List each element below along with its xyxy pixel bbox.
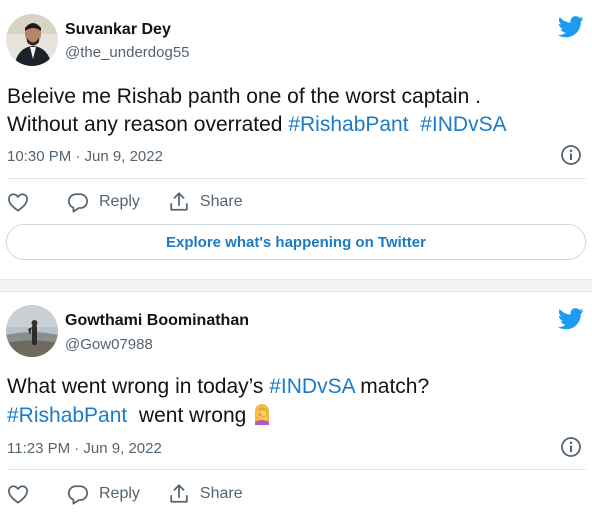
hashtag-link[interactable]: #RishabPant [7,404,127,427]
timestamp[interactable]: 11:23 PM · Jun 9, 2022 [7,440,162,457]
explore-twitter-button[interactable]: Explore what's happening on Twitter [6,224,586,260]
author-handle[interactable]: @Gow07988 [65,336,153,353]
reply-button[interactable]: Reply [67,484,140,505]
twitter-bird-icon[interactable] [558,308,584,330]
reply-bubble-icon [67,192,88,212]
avatar[interactable] [6,14,58,66]
tweet-text-fragment: What went wrong in today’s [7,375,270,398]
info-icon[interactable] [560,436,582,458]
divider [7,469,586,470]
share-button[interactable]: Share [168,191,243,213]
reply-label: Reply [99,193,140,210]
tweet-card: Suvankar Dey @the_underdog55 Beleive me … [0,0,592,279]
author-handle[interactable]: @the_underdog55 [65,44,190,61]
like-button[interactable] [7,484,31,504]
reply-button[interactable]: Reply [67,192,140,213]
heart-icon [8,193,28,212]
share-button[interactable]: Share [168,483,243,505]
tweet-text: Beleive me Rishab panth one of the worst… [7,83,582,139]
hashtag-link[interactable]: #INDvSA [420,113,506,136]
author-name[interactable]: Suvankar Dey [65,21,171,39]
hashtag-link[interactable]: #INDvSA [269,375,354,398]
tweet-text-fragment: Without any reason overrated [7,113,289,136]
tweet-text-line: Beleive me Rishab panth one of the worst… [7,85,481,108]
timestamp[interactable]: 10:30 PM · Jun 9, 2022 [7,148,163,165]
tweet-text-line: Without any reason overrated #RishabPant… [7,111,582,139]
heart-icon [8,485,28,504]
share-label: Share [199,485,243,502]
author-name[interactable]: Gowthami Boominathan [65,312,249,330]
share-icon [170,484,188,503]
divider [7,178,586,179]
info-icon[interactable] [560,144,582,166]
tweet-text-fragment: match? [354,375,430,398]
avatar[interactable] [6,305,58,357]
share-icon [170,192,188,211]
like-button[interactable] [7,192,31,212]
tweet-card: Gowthami Boominathan @Gow07988 What went… [0,292,592,515]
tweet-text-fragment: went wrong [127,404,247,427]
twitter-bird-icon[interactable] [558,16,584,38]
tweet-actions: Reply Share [7,480,243,508]
tweet-text-line: What went wrong in today’s #INDvSA match… [7,373,582,401]
reply-label: Reply [99,485,140,502]
share-label: Share [199,193,243,210]
hashtag-link[interactable]: #RishabPant [288,113,408,136]
tweet-actions: Reply Share [7,188,243,216]
tweet-text-line: #RishabPant went wrong [7,401,582,430]
woman-facepalming-emoji [255,404,270,425]
tweet-separator [0,279,592,292]
tweet-text: What went wrong in today’s #INDvSA match… [7,373,582,430]
reply-bubble-icon [67,484,88,504]
